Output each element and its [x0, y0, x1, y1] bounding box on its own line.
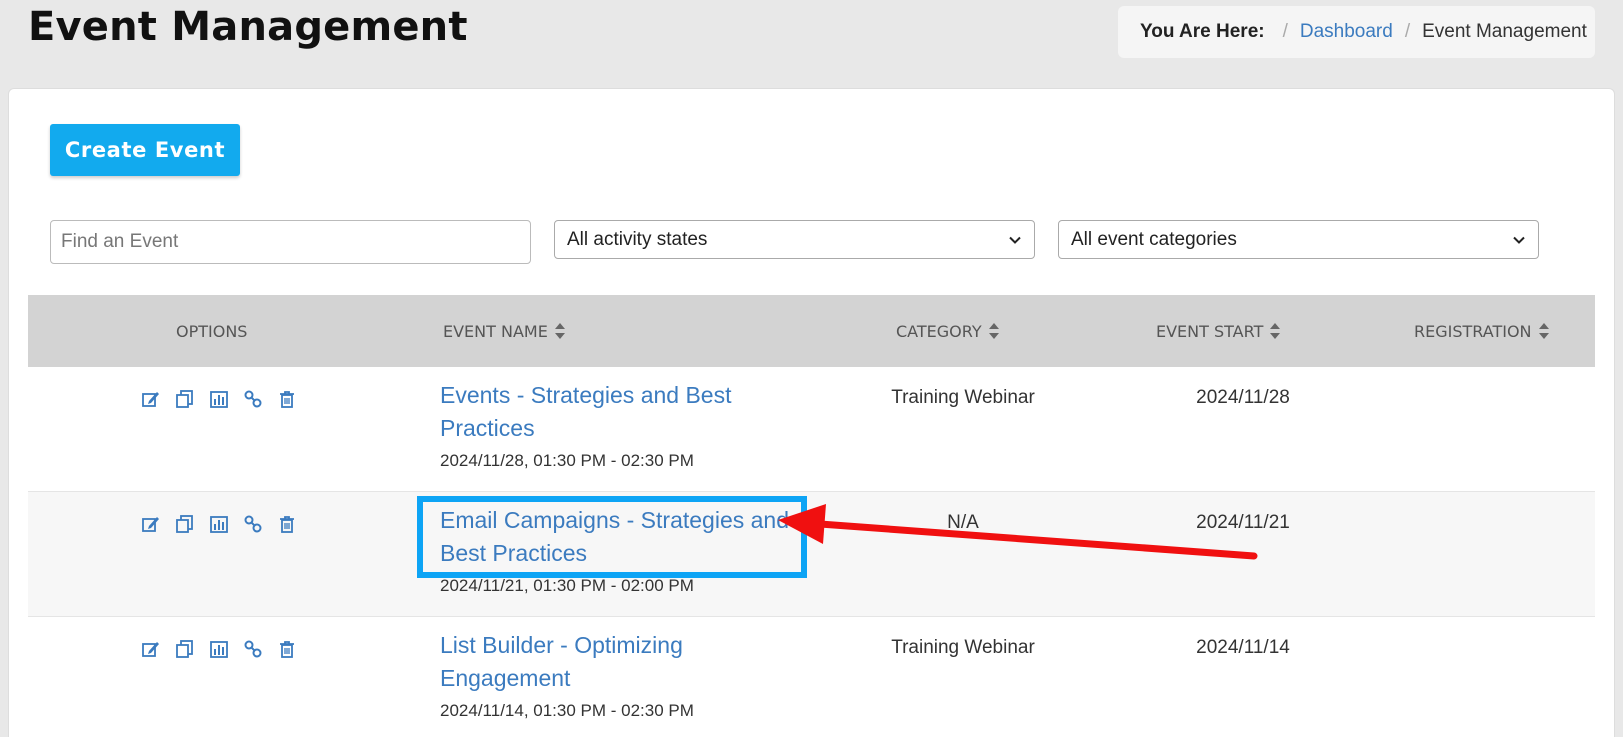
sort-icon: [1538, 323, 1549, 339]
breadcrumb-link-dashboard[interactable]: Dashboard: [1300, 21, 1393, 43]
breadcrumb-label: You Are Here:: [1140, 21, 1265, 42]
header-category-label: CATEGORY: [896, 321, 982, 341]
page-title: Event Management: [28, 4, 468, 50]
table-row: Events - Strategies and Best Practices 2…: [28, 367, 1595, 492]
edit-icon[interactable]: [141, 389, 161, 409]
event-time: 2024/11/28, 01:30 PM - 02:30 PM: [440, 451, 694, 470]
event-category: Training Webinar: [891, 637, 1035, 658]
event-category-select[interactable]: All event categories: [1058, 220, 1539, 259]
event-management-card: Create Event All activity states All eve…: [8, 88, 1615, 737]
row-options: [141, 389, 297, 409]
events-table: OPTIONS EVENT NAME CATEGORY EVENT START …: [28, 295, 1595, 737]
breadcrumb: You Are Here: / Dashboard / Event Manage…: [1118, 6, 1595, 58]
event-category-value: All event categories: [1071, 228, 1237, 250]
edit-icon[interactable]: [141, 514, 161, 534]
event-time: 2024/11/14, 01:30 PM - 02:30 PM: [440, 701, 694, 720]
header-options: OPTIONS: [176, 322, 247, 341]
sort-icon: [554, 323, 565, 339]
header-registration[interactable]: REGISTRATION: [1414, 322, 1550, 341]
report-icon[interactable]: [209, 389, 229, 409]
header-event-start[interactable]: EVENT START: [1156, 322, 1281, 341]
activity-state-select[interactable]: All activity states: [554, 220, 1035, 259]
event-start: 2024/11/21: [1196, 512, 1290, 533]
event-name-link[interactable]: Email Campaigns - Strategies and Best Pr…: [440, 504, 810, 570]
link-icon[interactable]: [243, 514, 263, 534]
sort-icon: [988, 323, 999, 339]
table-row: Email Campaigns - Strategies and Best Pr…: [28, 492, 1595, 617]
event-category: N/A: [947, 512, 979, 533]
report-icon[interactable]: [209, 639, 229, 659]
link-icon[interactable]: [243, 639, 263, 659]
event-name-link[interactable]: Events - Strategies and Best Practices: [440, 379, 810, 445]
header-event-name-label: EVENT NAME: [443, 321, 548, 341]
event-name-link[interactable]: List Builder - Optimizing Engagement: [440, 629, 810, 695]
report-icon[interactable]: [209, 514, 229, 534]
copy-icon[interactable]: [175, 389, 195, 409]
header-category[interactable]: CATEGORY: [896, 322, 1000, 341]
chevron-down-icon: [1513, 236, 1525, 244]
row-options: [141, 514, 297, 534]
header-registration-label: REGISTRATION: [1414, 321, 1532, 341]
table-row: List Builder - Optimizing Engagement 202…: [28, 617, 1595, 737]
copy-icon[interactable]: [175, 639, 195, 659]
event-category: Training Webinar: [891, 387, 1035, 408]
copy-icon[interactable]: [175, 514, 195, 534]
header-event-start-label: EVENT START: [1156, 321, 1264, 341]
breadcrumb-separator: /: [1404, 21, 1411, 42]
header-options-label: OPTIONS: [176, 321, 248, 341]
trash-icon[interactable]: [277, 514, 297, 534]
table-header: OPTIONS EVENT NAME CATEGORY EVENT START …: [28, 295, 1595, 367]
event-time: 2024/11/21, 01:30 PM - 02:00 PM: [440, 576, 694, 595]
event-start: 2024/11/14: [1196, 637, 1290, 658]
breadcrumb-separator: /: [1282, 21, 1288, 42]
breadcrumb-current: Event Management: [1422, 21, 1587, 42]
create-event-button[interactable]: Create Event: [50, 124, 240, 176]
edit-icon[interactable]: [141, 639, 161, 659]
find-event-input[interactable]: [50, 220, 531, 264]
header-event-name[interactable]: EVENT NAME: [443, 322, 566, 341]
activity-state-value: All activity states: [567, 228, 708, 250]
row-options: [141, 639, 297, 659]
event-start: 2024/11/28: [1196, 387, 1290, 408]
link-icon[interactable]: [243, 389, 263, 409]
trash-icon[interactable]: [277, 639, 297, 659]
chevron-down-icon: [1009, 236, 1021, 244]
sort-icon: [1270, 323, 1281, 339]
trash-icon[interactable]: [277, 389, 297, 409]
